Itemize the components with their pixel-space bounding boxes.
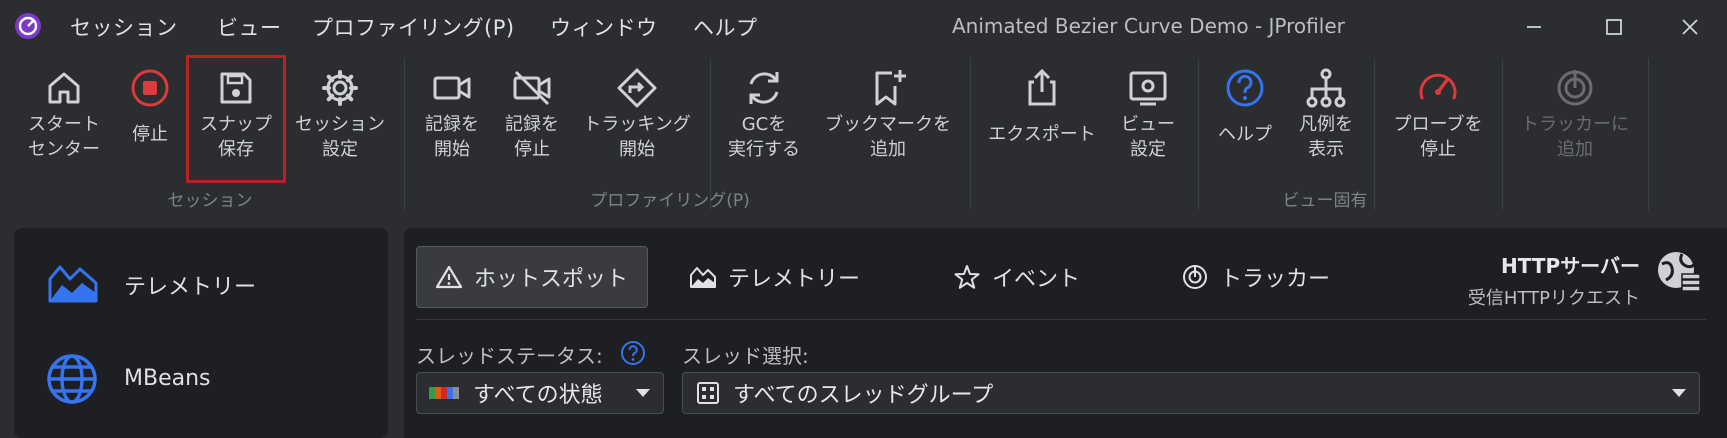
start-center-button[interactable]: スタート センター bbox=[14, 62, 114, 162]
tab-hotspots[interactable]: ホットスポット bbox=[416, 246, 648, 308]
tracker-icon bbox=[1183, 265, 1207, 289]
help-icon bbox=[1226, 69, 1264, 107]
thread-status-color-icon bbox=[429, 387, 459, 399]
minimize-icon[interactable] bbox=[1519, 12, 1549, 42]
snapshot-highlight-box bbox=[186, 55, 286, 183]
chevron-down-icon bbox=[636, 389, 650, 397]
thread-status-label: スレッドステータス: bbox=[416, 344, 603, 368]
help-icon[interactable] bbox=[620, 340, 646, 366]
video-camera-icon bbox=[433, 76, 471, 100]
group-label-view-specific: ビュー固有 bbox=[1282, 191, 1368, 211]
tab-events[interactable]: イベント bbox=[954, 246, 1080, 308]
tab-tracker[interactable]: トラッカー bbox=[1182, 246, 1330, 308]
record-start-button[interactable]: 記録を 開始 bbox=[412, 62, 492, 162]
view-settings-icon bbox=[1129, 71, 1167, 106]
globe-icon bbox=[47, 354, 97, 404]
help-button[interactable]: ヘルプ bbox=[1204, 62, 1286, 147]
stop-probe-button[interactable]: プローブを 停止 bbox=[1380, 62, 1496, 162]
tracker-icon bbox=[1557, 70, 1593, 106]
telemetry-icon bbox=[48, 265, 98, 303]
star-icon bbox=[954, 265, 980, 289]
view-settings-button[interactable]: ビュー 設定 bbox=[1110, 62, 1186, 162]
menu-window[interactable]: ウィンドウ bbox=[550, 12, 658, 42]
chevron-down-icon bbox=[1672, 389, 1686, 397]
tracking-start-button[interactable]: トラッキング 開始 bbox=[574, 62, 700, 162]
tab-divider bbox=[416, 319, 1706, 320]
bookmark-add-icon bbox=[875, 70, 906, 106]
http-server-icon bbox=[1658, 252, 1701, 292]
refresh-icon bbox=[749, 72, 779, 104]
hierarchy-icon bbox=[1306, 68, 1346, 108]
window-title: Animated Bezier Curve Demo - JProfiler bbox=[952, 14, 1345, 38]
menu-help[interactable]: ヘルプ bbox=[693, 12, 758, 42]
thread-status-combo[interactable]: すべての状態 bbox=[416, 372, 664, 414]
stop-button[interactable]: 停止 bbox=[118, 62, 182, 147]
video-camera-off-icon bbox=[513, 70, 551, 106]
export-button[interactable]: エクスポート bbox=[980, 62, 1104, 147]
toolbar-separator bbox=[404, 58, 405, 210]
toolbar-separator bbox=[1502, 58, 1503, 210]
maximize-icon[interactable] bbox=[1599, 12, 1629, 42]
toolbar-separator bbox=[970, 58, 971, 210]
telemetry-icon bbox=[690, 267, 716, 288]
thread-select-combo[interactable]: すべてのスレッドグループ bbox=[682, 372, 1700, 414]
record-stop-button[interactable]: 記録を 停止 bbox=[492, 62, 572, 162]
tab-telemetry[interactable]: テレメトリー bbox=[690, 246, 860, 308]
add-bookmark-button[interactable]: ブックマークを 追加 bbox=[816, 62, 960, 162]
home-icon bbox=[48, 72, 80, 104]
show-legend-button[interactable]: 凡例を 表示 bbox=[1286, 62, 1366, 162]
nav-item-telemetry[interactable]: テレメトリー bbox=[30, 248, 370, 318]
nav-item-mbeans[interactable]: MBeans bbox=[30, 344, 370, 414]
gear-icon bbox=[322, 70, 358, 106]
menu-session[interactable]: セッション bbox=[70, 12, 178, 42]
group-label-profiling: プロファイリング(P) bbox=[590, 191, 750, 211]
menu-profiling[interactable]: プロファイリング(P) bbox=[312, 12, 515, 42]
probe-title: HTTPサーバー bbox=[1501, 254, 1640, 278]
stop-icon bbox=[131, 69, 169, 107]
add-to-tracker-button[interactable]: トラッカーに 追加 bbox=[1508, 62, 1642, 162]
toolbar-separator bbox=[1648, 58, 1649, 210]
warning-icon bbox=[435, 265, 462, 289]
gauge-icon bbox=[1419, 73, 1457, 100]
close-icon[interactable] bbox=[1675, 12, 1705, 42]
menu-view[interactable]: ビュー bbox=[217, 12, 282, 42]
toolbar-separator bbox=[1198, 58, 1199, 210]
thread-select-label: スレッド選択: bbox=[682, 344, 809, 368]
jprofiler-logo-icon[interactable] bbox=[14, 12, 42, 40]
probe-subtitle: 受信HTTPリクエスト bbox=[1467, 288, 1640, 309]
run-gc-button[interactable]: GCを 実行する bbox=[718, 62, 810, 162]
tracking-icon bbox=[617, 68, 657, 108]
session-settings-button[interactable]: セッション 設定 bbox=[288, 62, 392, 162]
group-label-session: セッション bbox=[167, 191, 253, 211]
export-icon bbox=[1028, 68, 1056, 106]
thread-groups-icon bbox=[697, 382, 719, 404]
